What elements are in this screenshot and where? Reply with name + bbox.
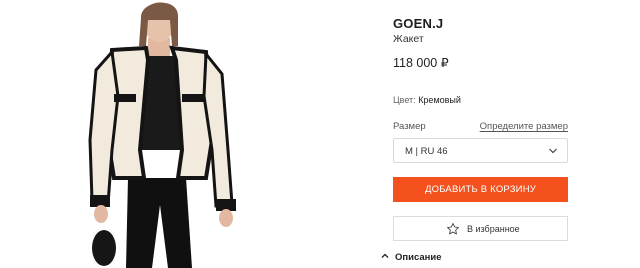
description-toggle[interactable]: Описание	[381, 252, 442, 263]
color-value: Кремовый	[418, 95, 461, 105]
handbag	[92, 230, 116, 266]
size-guide-link[interactable]: Определите размер	[480, 121, 568, 132]
add-to-cart-button[interactable]: ДОБАВИТЬ В КОРЗИНУ	[393, 177, 568, 202]
pocket-left	[114, 94, 136, 102]
color-row: Цвет: Кремовый	[393, 95, 461, 105]
star-outline-icon	[447, 223, 459, 235]
product-image[interactable]	[0, 0, 330, 268]
chevron-up-icon	[381, 253, 389, 258]
hand-left	[94, 205, 108, 223]
product-illustration	[88, 2, 236, 268]
favorite-label: В избранное	[467, 224, 520, 234]
product-price: 118 000 ₽	[393, 56, 449, 70]
size-selected-value: M | RU 46	[405, 146, 448, 157]
product-info: GOEN.J Жакет 118 000 ₽ Цвет: Кремовый Ра…	[381, 0, 568, 268]
color-label: Цвет:	[393, 95, 416, 105]
favorite-button[interactable]: В избранное	[393, 216, 568, 241]
product-brand[interactable]: GOEN.J	[393, 16, 443, 31]
chevron-down-icon	[549, 148, 557, 154]
size-label: Размер	[393, 121, 426, 132]
product-subtitle: Жакет	[393, 33, 424, 45]
trousers	[126, 178, 192, 268]
sleeve-right	[202, 49, 234, 208]
size-select[interactable]: M | RU 46	[393, 138, 568, 163]
pocket-right	[182, 94, 204, 102]
add-to-cart-label: ДОБАВИТЬ В КОРЗИНУ	[424, 184, 536, 195]
description-label: Описание	[395, 252, 442, 263]
hand-right	[219, 209, 233, 227]
sleeve-left	[88, 48, 120, 206]
